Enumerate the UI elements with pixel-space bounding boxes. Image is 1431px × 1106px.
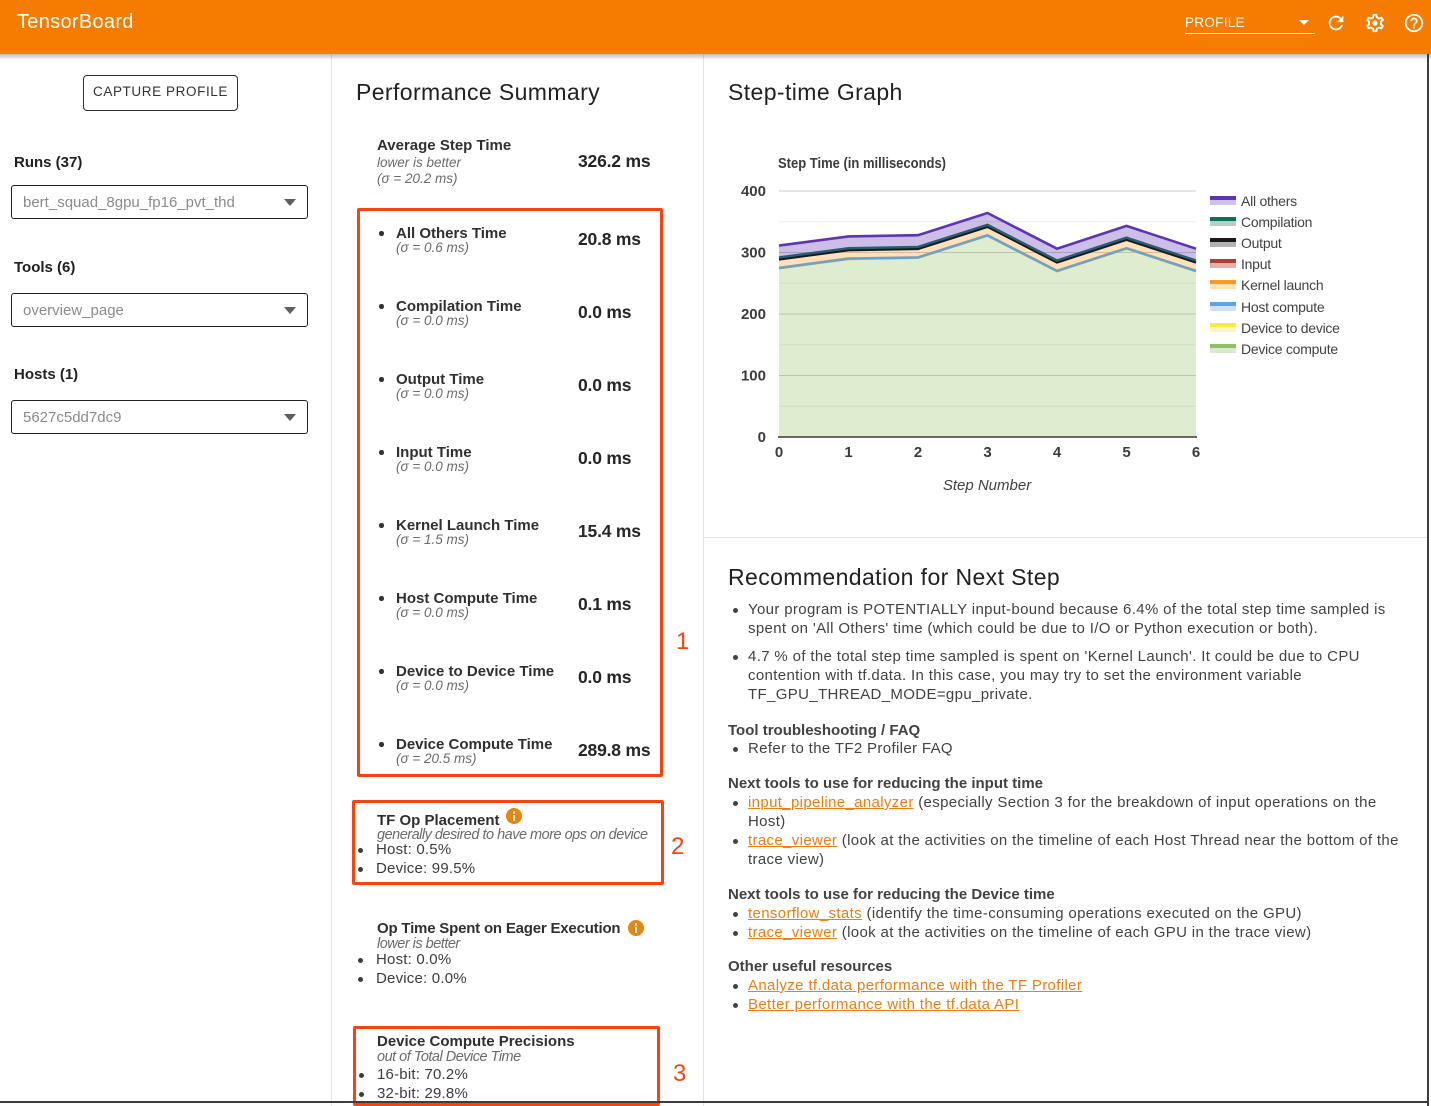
svg-text:6: 6 bbox=[1192, 444, 1200, 461]
svg-text:4: 4 bbox=[1053, 444, 1062, 461]
svg-text:400: 400 bbox=[741, 183, 766, 200]
svg-text:1: 1 bbox=[844, 444, 852, 461]
svg-text:300: 300 bbox=[741, 245, 766, 262]
svg-text:100: 100 bbox=[741, 368, 766, 385]
svg-text:3: 3 bbox=[983, 444, 991, 461]
svg-text:5: 5 bbox=[1122, 444, 1130, 461]
svg-text:200: 200 bbox=[741, 306, 766, 323]
svg-text:2: 2 bbox=[914, 444, 922, 461]
svg-text:Step Number: Step Number bbox=[943, 477, 1032, 494]
svg-text:Step Time (in milliseconds): Step Time (in milliseconds) bbox=[778, 155, 946, 172]
svg-text:0: 0 bbox=[775, 444, 783, 461]
svg-text:0: 0 bbox=[758, 429, 766, 446]
